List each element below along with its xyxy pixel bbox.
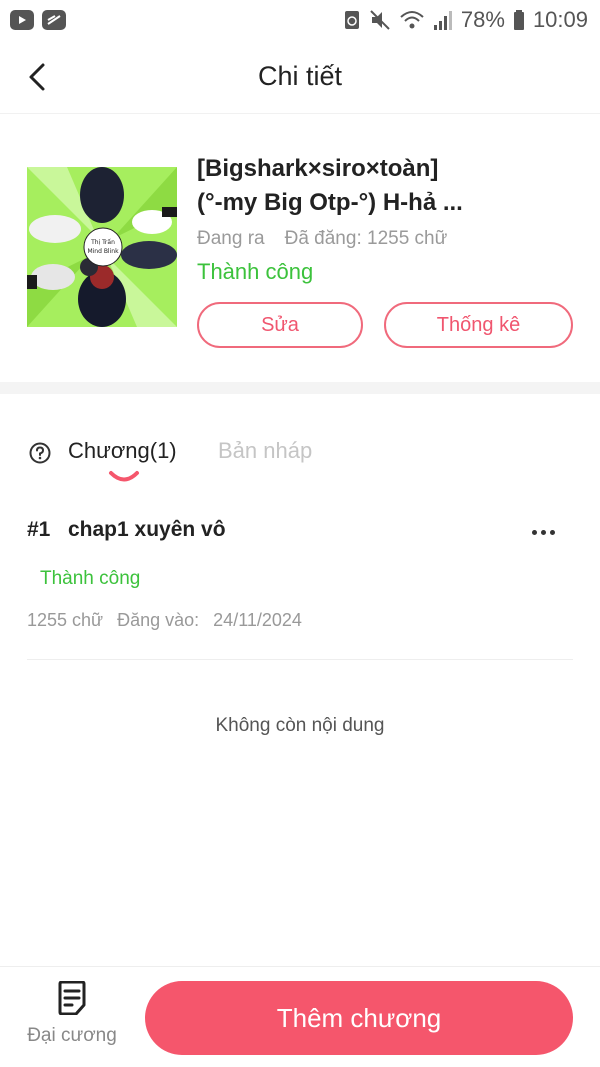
book-word-count: Đã đăng: 1255 chữ — [284, 228, 448, 249]
youtube-icon — [10, 10, 34, 30]
tab-chapters[interactable]: Chương(1) — [68, 438, 177, 464]
chapter-word-count: 1255 chữ — [27, 610, 104, 630]
edit-button[interactable]: Sửa — [197, 302, 363, 348]
recycle-icon — [344, 11, 359, 29]
more-dot-icon — [540, 529, 546, 535]
notification-icons — [10, 10, 66, 30]
chapter-tabs: Chương(1) Bản nháp — [0, 422, 600, 486]
bottom-action-bar: Đại cương Thêm chương — [0, 966, 600, 1067]
chapter-number: #1 — [27, 518, 51, 541]
section-divider — [0, 382, 600, 394]
cast-app-icon — [42, 10, 66, 30]
book-cover-image[interactable]: Thị Trấn Mind Blink — [27, 167, 177, 327]
add-chapter-button[interactable]: Thêm chương — [145, 981, 573, 1055]
chapter-title: chap1 xuyên vô — [68, 518, 226, 541]
chapter-posted-date: 24/11/2024 — [213, 610, 302, 630]
cover-text-line2: Mind Blink — [87, 248, 119, 255]
book-title-line2: (°-my Big Otp-°) H-hả ... — [197, 189, 463, 216]
list-divider — [27, 659, 573, 660]
more-dot-icon — [531, 529, 537, 535]
statistics-button[interactable]: Thống kê — [384, 302, 573, 348]
book-title-line1: [Bigshark×siro×toàn] — [197, 155, 439, 182]
chapter-posted-label: Đăng vào: — [117, 610, 200, 630]
book-meta: Đang ra Đã đăng: 1255 chữ — [197, 228, 447, 250]
chapter-meta: 1255 chữ Đăng vào: 24/11/2024 — [27, 610, 302, 631]
book-info-card: Thị Trấn Mind Blink [Bigshark×siro×toàn]… — [0, 114, 600, 382]
book-title[interactable]: [Bigshark×siro×toàn] (°-my Big Otp-°) H-… — [197, 152, 582, 220]
battery-icon — [513, 10, 524, 30]
chapter-list-item[interactable]: #1 chap1 xuyên vô Thành công 1255 chữ Đă… — [0, 500, 600, 660]
more-dot-icon — [549, 529, 555, 535]
clock: 10:09 — [532, 7, 588, 32]
system-status: 78% 10:09 — [343, 7, 588, 33]
end-of-list-text: Không còn nội dung — [215, 715, 385, 736]
cover-artwork: Thị Trấn Mind Blink — [27, 167, 177, 327]
back-button[interactable] — [20, 60, 54, 94]
signal-icon — [433, 11, 452, 30]
top-app-bar: Chi tiết — [0, 40, 600, 114]
document-icon — [58, 981, 86, 1015]
question-circle-icon[interactable] — [29, 442, 51, 464]
status-bar: 78% 10:09 — [0, 0, 600, 40]
book-state: Đang ra — [197, 228, 265, 249]
wifi-icon — [400, 11, 424, 29]
outline-label: Đại cương — [27, 1025, 117, 1046]
book-status-badge: Thành công — [197, 259, 314, 284]
chapter-status: Thành công — [40, 568, 141, 589]
battery-percent: 78% — [460, 7, 505, 32]
chevron-left-icon — [29, 63, 45, 91]
outline-button[interactable]: Đại cương — [20, 981, 124, 1061]
tab-drafts[interactable]: Bản nháp — [218, 438, 312, 464]
cover-text-line1: Thị Trấn — [90, 239, 115, 246]
mute-icon — [370, 10, 390, 30]
page-title: Chi tiết — [257, 61, 343, 91]
more-options-button[interactable] — [528, 520, 558, 544]
active-tab-indicator — [109, 471, 139, 482]
